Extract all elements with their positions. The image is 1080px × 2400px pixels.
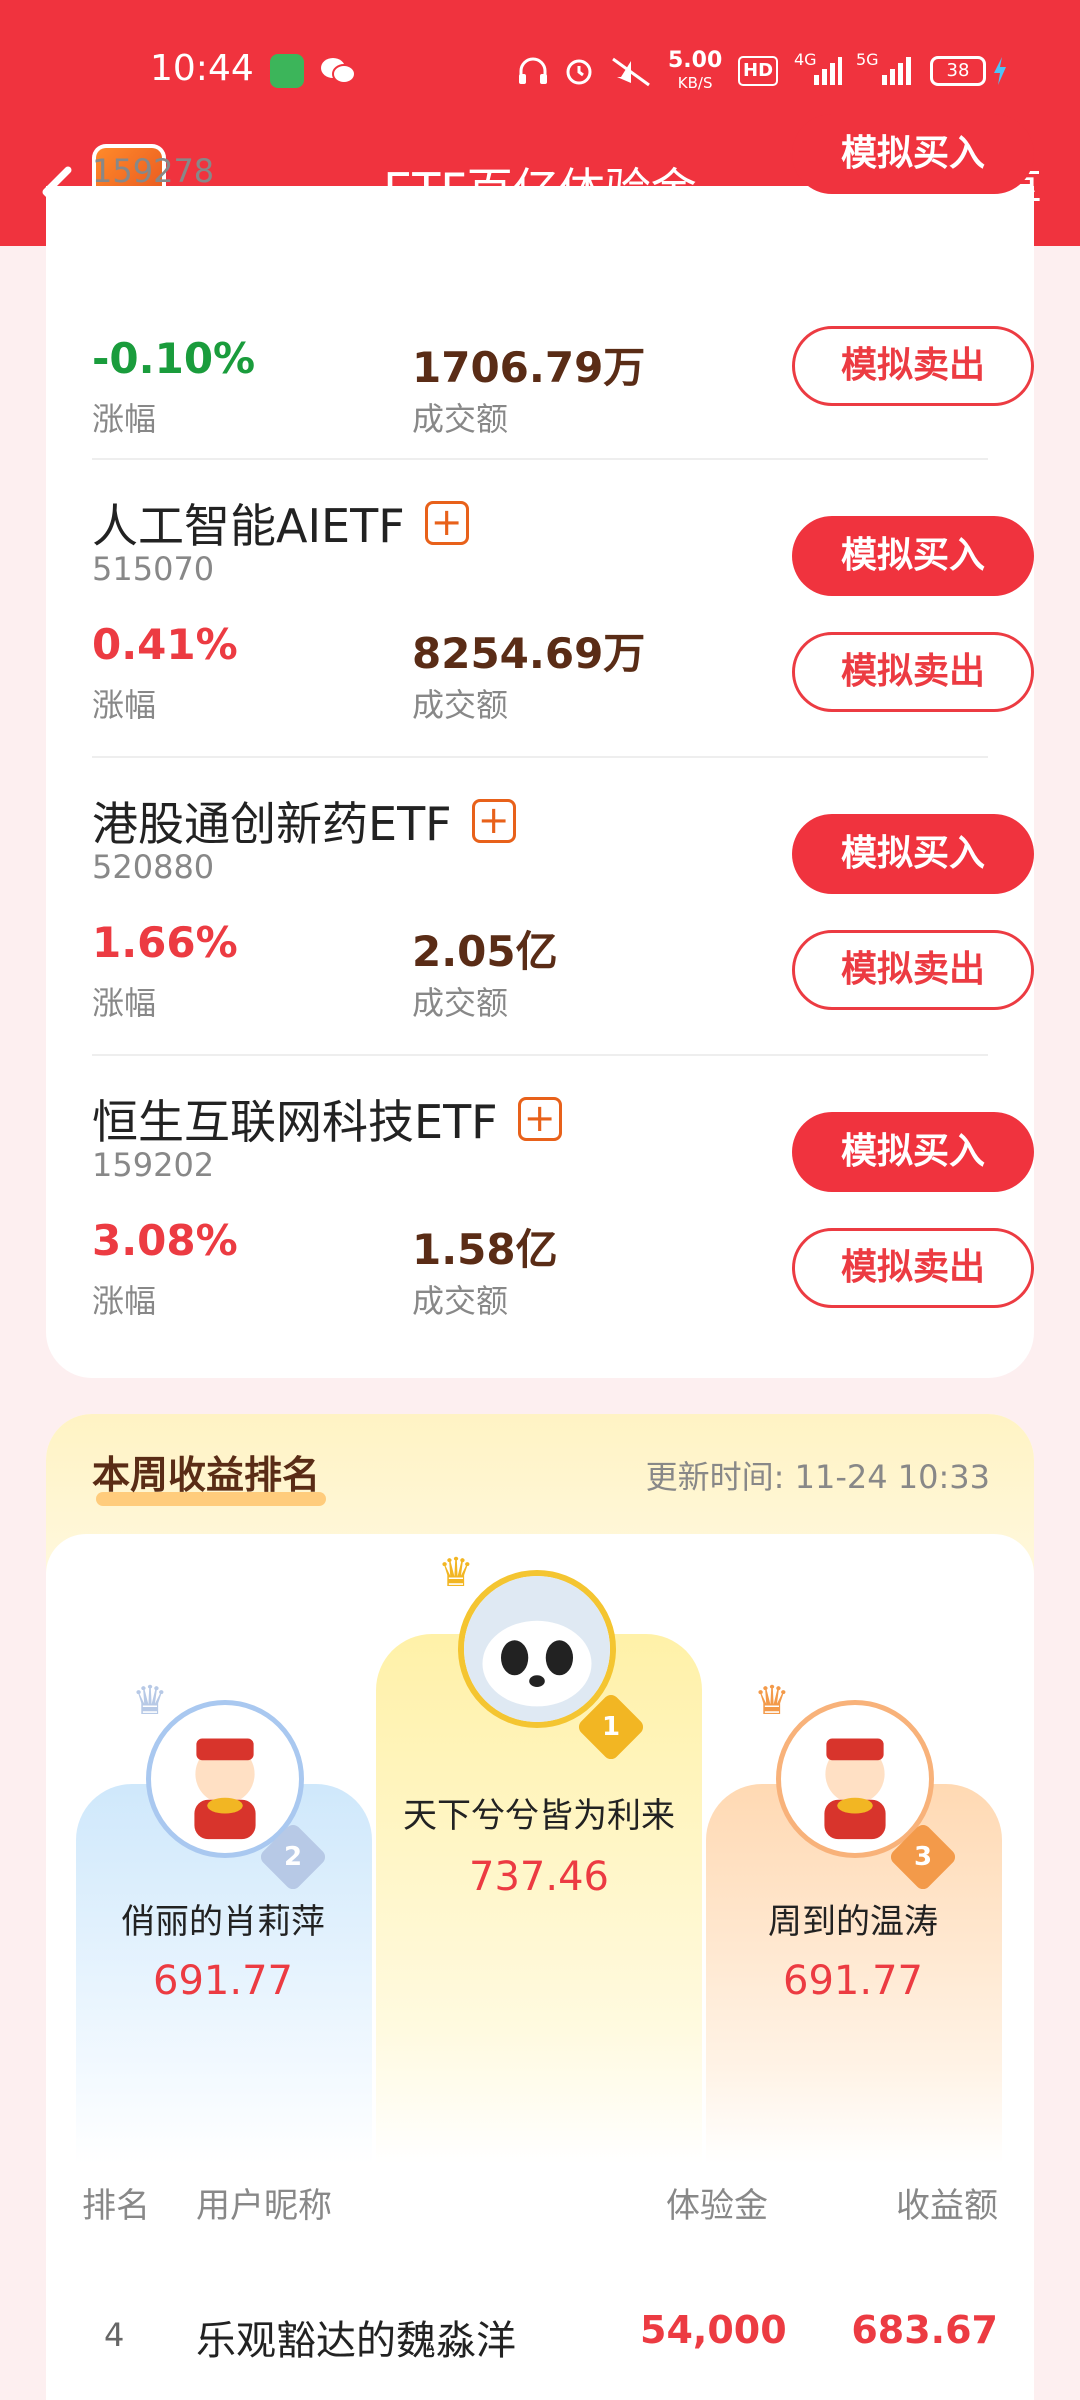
col-nickname: 用户昵称 — [196, 2186, 332, 2226]
charging-icon — [990, 54, 1010, 88]
rank-2-badge: 2 — [257, 1821, 329, 1893]
etf-item: 159278 模拟买入 — [92, 0, 1034, 194]
simulate-sell-button[interactable]: 模拟卖出 — [792, 326, 1034, 406]
divider — [92, 1054, 988, 1056]
volume-label: 成交额 — [412, 984, 509, 1022]
add-watchlist-icon[interactable]: + — [424, 501, 469, 545]
etf-name[interactable]: 港股通创新药ETF + — [92, 788, 516, 854]
simulate-sell-button[interactable]: 模拟卖出 — [792, 930, 1034, 1010]
rank-3-badge: 3 — [887, 1821, 959, 1893]
podium-name: 天下兮兮皆为利来 — [403, 1796, 675, 1836]
crown-silver-icon: ♛ — [132, 1678, 168, 1724]
crown-gold-icon: ♛ — [438, 1550, 474, 1596]
etf-name-text: 人工智能AIETF — [92, 499, 405, 553]
etf-code: 159278 — [92, 152, 215, 190]
add-watchlist-icon[interactable]: + — [517, 1097, 562, 1141]
col-amount: 体验金 — [666, 2186, 768, 2226]
row-profit: 683.67 — [851, 2308, 998, 2352]
podium-value: 691.77 — [783, 1958, 923, 2004]
etf-item-metrics: -0.10% 涨幅 1706.79万 成交额 模拟卖出 — [92, 186, 1034, 438]
etf-item: 人工智能AIETF + 515070 0.41% 涨幅 8254.69万 成交额… — [92, 490, 1034, 780]
row-rank: 4 — [104, 2316, 125, 2354]
etf-change: 3.08% — [92, 1216, 238, 1265]
etf-volume: 1.58亿 — [412, 1225, 558, 1274]
simulate-buy-button[interactable]: 模拟买入 — [792, 516, 1034, 596]
update-time: 更新时间: 11-24 10:33 — [645, 1458, 990, 1496]
etf-change: -0.10% — [92, 334, 256, 383]
add-watchlist-icon[interactable]: + — [471, 799, 516, 843]
rank-1-number: 1 — [601, 1712, 621, 1742]
change-label: 涨幅 — [92, 1282, 157, 1320]
etf-change: 1.66% — [92, 918, 238, 967]
change-label: 涨幅 — [92, 984, 157, 1022]
ranking-table-header: 排名 用户昵称 体验金 收益额 — [46, 2178, 1034, 2238]
col-profit: 收益额 — [896, 2186, 998, 2226]
podium-value: 691.77 — [153, 1958, 293, 2004]
weekly-ranking-card: 本周收益排名 更新时间: 11-24 10:33 ♛ 1 天下兮兮皆为利来 73… — [46, 1414, 1034, 2400]
etf-name-text: 港股通创新药ETF — [92, 797, 452, 851]
etf-item: 港股通创新药ETF + 520880 1.66% 涨幅 2.05亿 成交额 模拟… — [92, 788, 1034, 1078]
simulate-buy-button[interactable]: 模拟买入 — [792, 814, 1034, 894]
rank-3-number: 3 — [913, 1842, 933, 1872]
etf-name[interactable]: 恒生互联网科技ETF + — [92, 1086, 562, 1152]
podium-name: 周到的温涛 — [768, 1902, 938, 1942]
divider — [92, 756, 988, 758]
ranking-body: ♛ 1 天下兮兮皆为利来 737.46 ♛ 2 俏丽的肖莉萍 691.77 ♛ … — [46, 1534, 1034, 2400]
podium-value: 737.46 — [469, 1854, 609, 1900]
rank-2-number: 2 — [283, 1842, 303, 1872]
simulate-sell-button[interactable]: 模拟卖出 — [792, 1228, 1034, 1308]
divider — [92, 458, 988, 460]
etf-code: 159202 — [92, 1146, 215, 1184]
etf-list-card: 159278 模拟买入 -0.10% 涨幅 1706.79万 成交额 模拟卖出 … — [46, 114, 1034, 1378]
row-name: 乐观豁达的魏淼洋 — [196, 2318, 516, 2364]
table-row[interactable]: 4 乐观豁达的魏淼洋 54,000 683.67 — [46, 2308, 1034, 2388]
etf-code: 520880 — [92, 848, 215, 886]
simulate-buy-button[interactable]: 模拟买入 — [792, 1112, 1034, 1192]
crown-bronze-icon: ♛ — [754, 1678, 790, 1724]
row-amount: 54,000 — [640, 2308, 787, 2352]
ranking-title: 本周收益排名 — [92, 1453, 321, 1497]
change-label: 涨幅 — [92, 400, 157, 438]
simulate-buy-button[interactable]: 模拟买入 — [792, 114, 1034, 194]
volume-label: 成交额 — [412, 1282, 509, 1320]
volume-label: 成交额 — [412, 686, 509, 724]
etf-code: 515070 — [92, 550, 215, 588]
simulate-sell-button[interactable]: 模拟卖出 — [792, 632, 1034, 712]
etf-change: 0.41% — [92, 620, 238, 669]
etf-volume: 1706.79万 — [412, 343, 646, 392]
etf-item: 恒生互联网科技ETF + 159202 3.08% 涨幅 1.58亿 成交额 模… — [92, 1086, 1034, 1376]
etf-name[interactable]: 人工智能AIETF + — [92, 490, 469, 556]
etf-volume: 2.05亿 — [412, 927, 558, 976]
volume-label: 成交额 — [412, 400, 509, 438]
etf-volume: 8254.69万 — [412, 629, 646, 678]
change-label: 涨幅 — [92, 686, 157, 724]
col-rank: 排名 — [82, 2186, 150, 2226]
podium-name: 俏丽的肖莉萍 — [121, 1902, 325, 1942]
rank-1-badge: 1 — [575, 1691, 647, 1763]
etf-name-text: 恒生互联网科技ETF — [92, 1095, 498, 1149]
